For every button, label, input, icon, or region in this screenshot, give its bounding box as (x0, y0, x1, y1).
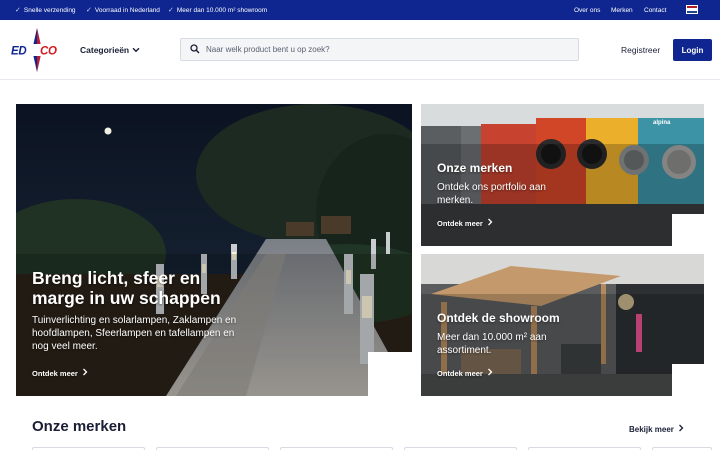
hero-text: Tuinverlichting en solarlampen, Zaklampe… (32, 315, 237, 352)
hero-tile-showroom[interactable]: Ontdek de showroom Meer dan 10.000 m² aa… (421, 254, 704, 396)
chevron-right-icon (678, 424, 684, 434)
alpina-sign: alpina (653, 120, 671, 126)
categories-label: Categorieën (80, 45, 130, 55)
showroom-link[interactable]: Ontdek meer (437, 368, 493, 378)
brands-link-label: Ontdek meer (437, 218, 483, 228)
dutch-flag-icon[interactable] (686, 5, 698, 14)
search-icon (181, 41, 200, 59)
top-link-brands[interactable]: Merken (611, 0, 633, 20)
chevron-right-icon (82, 368, 88, 378)
register-link[interactable]: Registreer (621, 42, 660, 58)
site-header: ED CO Categorieën Registreer Login (0, 20, 720, 80)
see-all-brands-link[interactable]: Bekijk meer (629, 424, 684, 434)
showroom-text: Meer dan 10.000 m² aan assortiment. (437, 332, 547, 356)
tile-corner (672, 214, 704, 246)
chevron-right-icon (487, 218, 493, 228)
usp-item: ✓ Snelle verzending (15, 0, 76, 20)
see-all-label: Bekijk meer (629, 424, 674, 434)
brands-text: Ontdek ons portfolio aan merken. (437, 182, 546, 206)
usp-label: Meer dan 10.000 m² showroom (176, 6, 268, 14)
showroom-link-label: Ontdek meer (437, 368, 483, 378)
chevron-right-icon (487, 368, 493, 378)
hero-title: Breng licht, sfeer en marge in uw schapp… (32, 268, 221, 309)
usp-item: ✓ Voorraad in Nederland (86, 0, 160, 20)
hero-tile-brands[interactable]: alpina Onze merken Ontdek ons portfolio … (421, 104, 704, 246)
search-bar[interactable] (180, 38, 579, 61)
brands-link[interactable]: Ontdek meer (437, 218, 493, 228)
hero-link-label: Ontdek meer (32, 368, 78, 378)
brands-section-title: Onze merken (32, 418, 127, 435)
top-link-about[interactable]: Over ons (574, 0, 600, 20)
login-button[interactable]: Login (673, 39, 712, 61)
usp-item: ✓ Meer dan 10.000 m² showroom (168, 0, 267, 20)
showroom-title: Ontdek de showroom (437, 311, 560, 325)
edco-logo[interactable]: ED CO (7, 26, 67, 74)
check-icon: ✓ (15, 7, 21, 14)
tile-corner (368, 352, 412, 396)
usp-label: Voorraad in Nederland (94, 6, 160, 14)
svg-text:ED: ED (11, 46, 26, 58)
top-link-contact[interactable]: Contact (644, 0, 666, 20)
top-bar: ✓ Snelle verzending ✓ Voorraad in Nederl… (0, 0, 720, 20)
check-icon: ✓ (86, 7, 92, 14)
brands-title: Onze merken (437, 161, 513, 175)
usp-label: Snelle verzending (23, 6, 76, 14)
chevron-down-icon (132, 45, 140, 55)
svg-text:CO: CO (40, 46, 57, 58)
check-icon: ✓ (168, 7, 174, 14)
hero-link[interactable]: Ontdek meer (32, 368, 88, 378)
categories-menu[interactable]: Categorieën (80, 42, 140, 58)
hero-tile-lighting[interactable]: Breng licht, sfeer en marge in uw schapp… (16, 104, 412, 396)
search-input[interactable] (206, 45, 566, 54)
tile-corner (672, 364, 704, 396)
